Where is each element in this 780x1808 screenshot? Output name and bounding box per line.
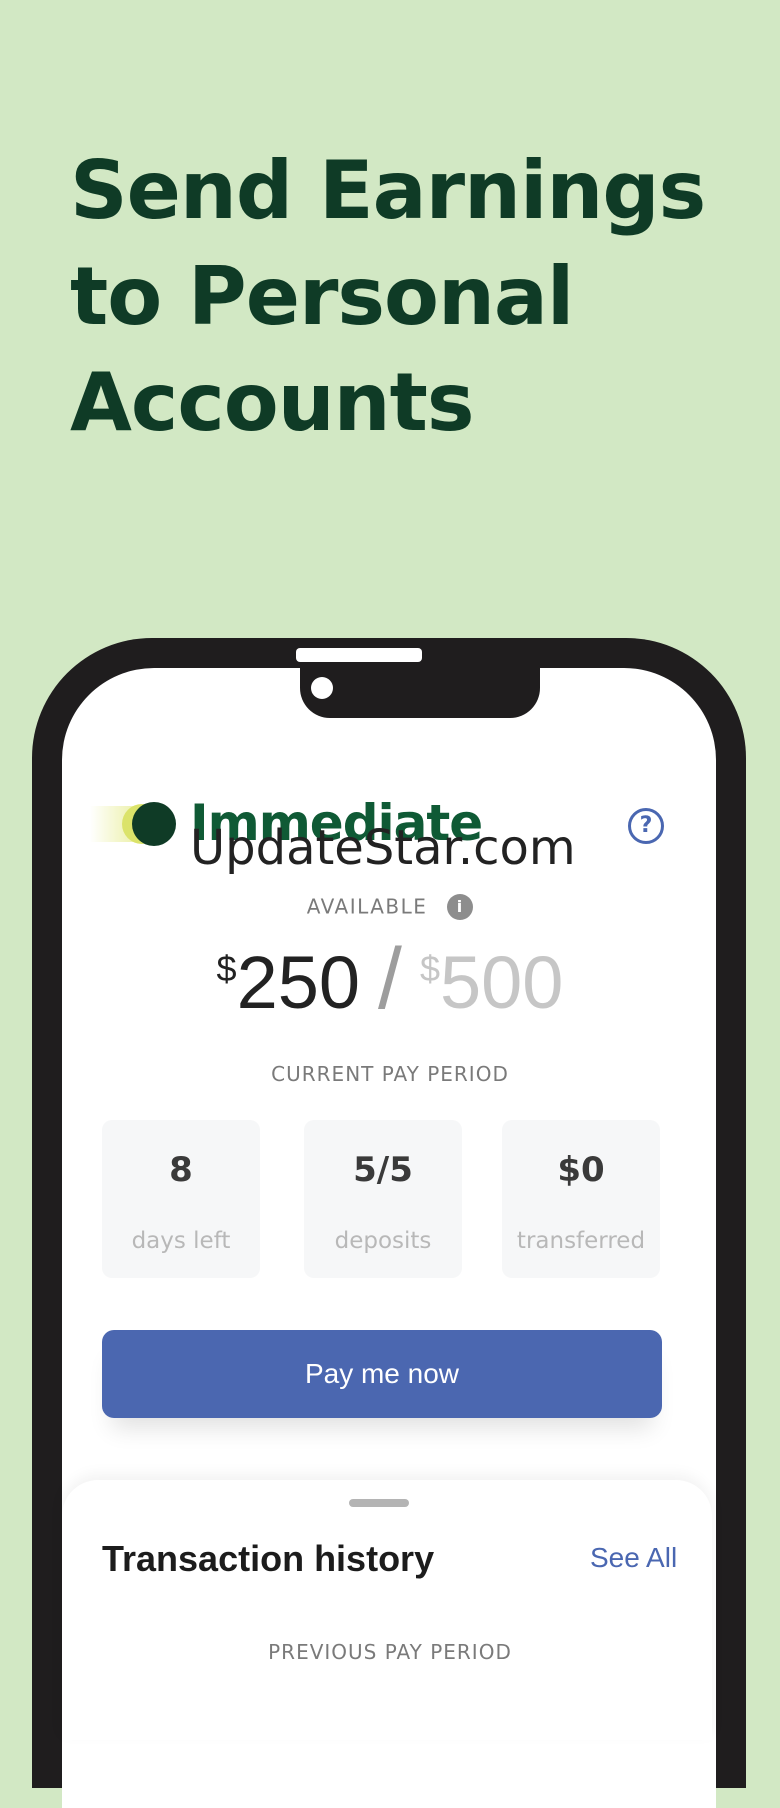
stat-value: $0 bbox=[557, 1150, 605, 1190]
balance-amount: $250/ $500 bbox=[0, 930, 780, 1029]
stat-label: transferred bbox=[516, 1228, 646, 1254]
available-label: AVAILABLE bbox=[306, 894, 428, 919]
headline-line-1: Send Earnings bbox=[70, 144, 706, 237]
available-amount: 250 bbox=[236, 941, 361, 1024]
phone-speaker bbox=[296, 648, 422, 662]
current-pay-period-label: CURRENT PAY PERIOD bbox=[271, 1062, 509, 1086]
sheet-drag-handle[interactable] bbox=[349, 1499, 409, 1507]
see-all-link[interactable]: See All bbox=[590, 1542, 677, 1574]
amount-separator: / bbox=[378, 931, 402, 1027]
phone-camera bbox=[311, 677, 333, 699]
currency-symbol: $ bbox=[216, 948, 237, 989]
transaction-history-sheet bbox=[62, 1480, 712, 1740]
previous-pay-period-label: PREVIOUS PAY PERIOD bbox=[268, 1640, 512, 1664]
watermark: UpdateStar.com bbox=[190, 820, 576, 876]
stat-label: days left bbox=[131, 1228, 231, 1254]
stat-card-days-left: 8 days left bbox=[102, 1120, 260, 1278]
stat-value: 5/5 bbox=[353, 1150, 413, 1190]
available-label-row: AVAILABLE i bbox=[0, 893, 780, 920]
stat-card-transferred: $0 transferred bbox=[502, 1120, 660, 1278]
pay-me-now-button[interactable]: Pay me now bbox=[102, 1330, 662, 1418]
phone-notch bbox=[300, 668, 540, 718]
stat-card-deposits: 5/5 deposits bbox=[304, 1120, 462, 1278]
question-circle-icon[interactable]: ? bbox=[628, 808, 664, 844]
headline-line-2: to Personal bbox=[70, 250, 574, 343]
hero-headline: Send Earnings to Personal Accounts bbox=[70, 138, 770, 456]
stat-label: deposits bbox=[334, 1228, 432, 1254]
limit-currency-symbol: $ bbox=[419, 948, 440, 989]
headline-line-3: Accounts bbox=[70, 356, 474, 449]
limit-amount: 500 bbox=[439, 941, 564, 1024]
transaction-history-title: Transaction history bbox=[102, 1538, 435, 1579]
stat-value: 8 bbox=[169, 1150, 193, 1190]
logo-dot bbox=[132, 802, 176, 846]
info-icon[interactable]: i bbox=[447, 893, 474, 920]
